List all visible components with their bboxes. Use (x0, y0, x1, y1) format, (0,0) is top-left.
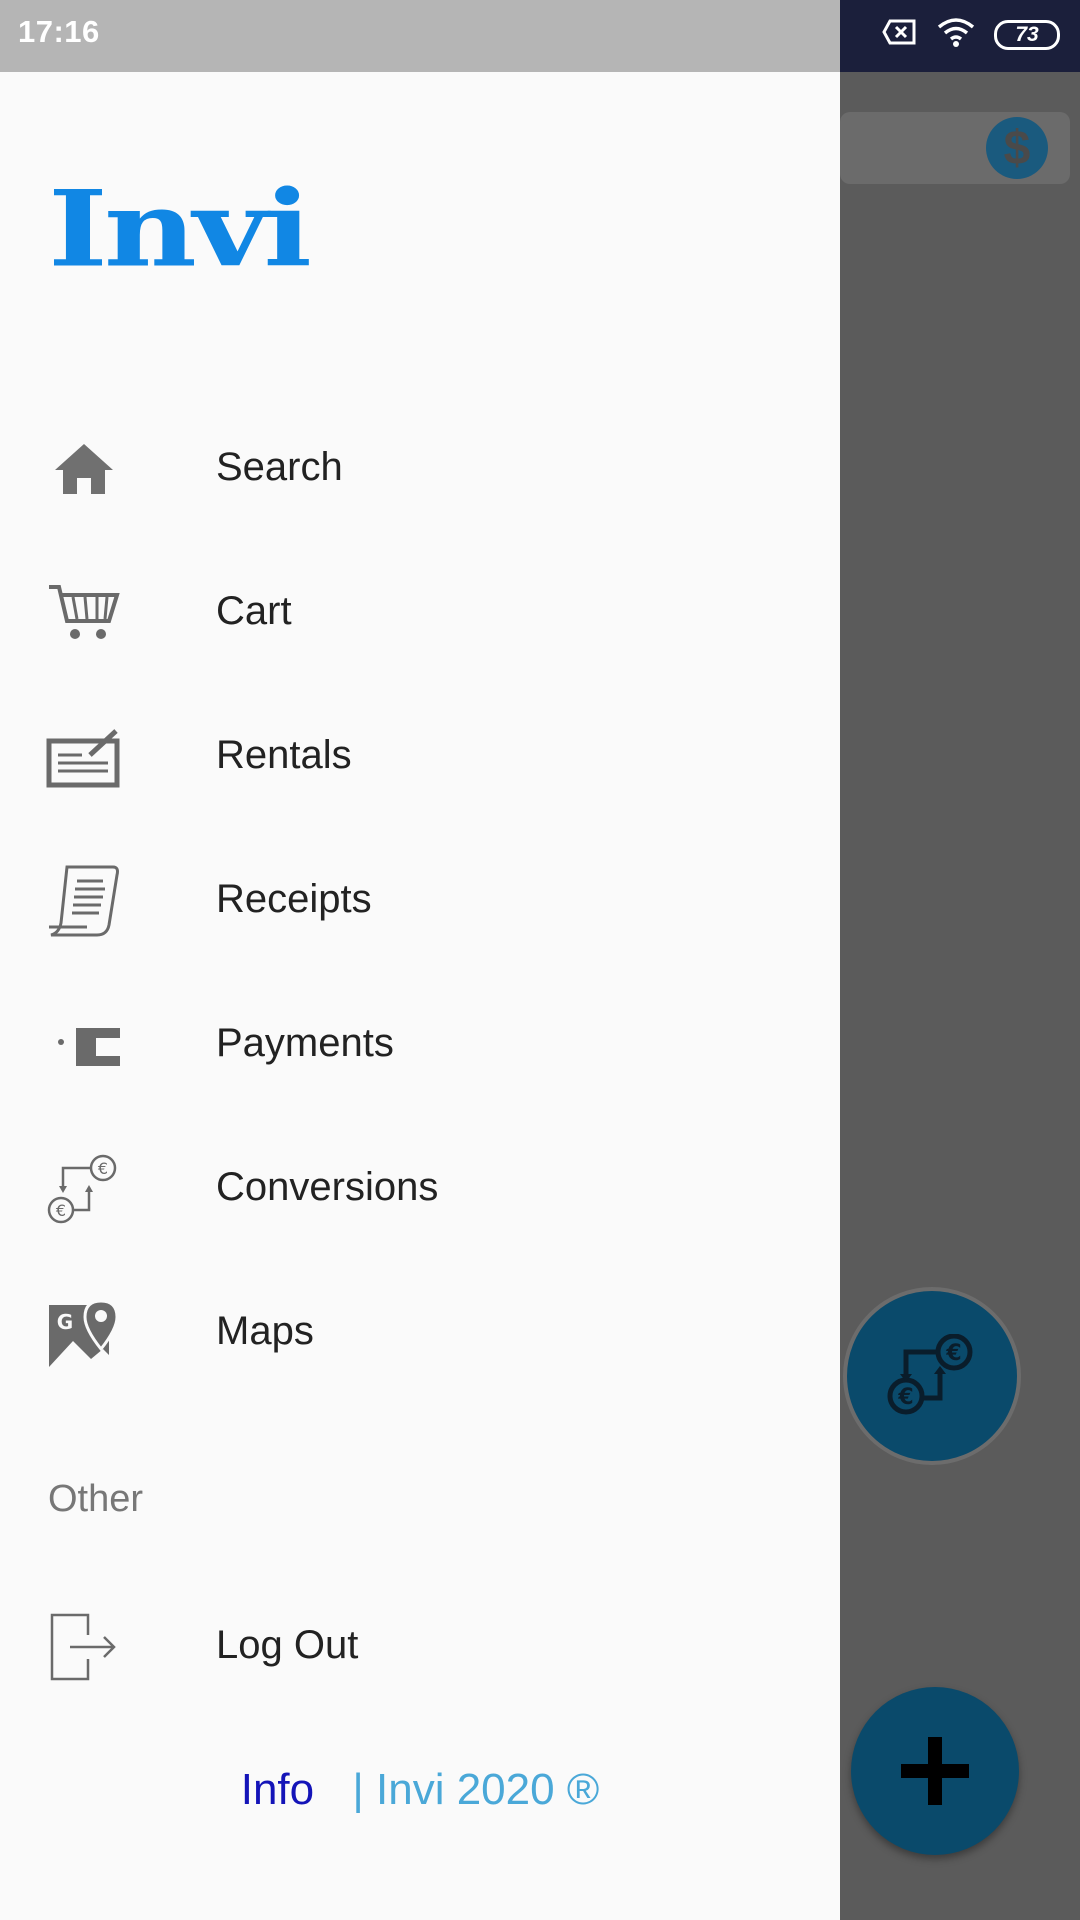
dollar-icon: $ (986, 117, 1048, 179)
add-fab (851, 1687, 1019, 1855)
logout-icon (46, 1611, 122, 1683)
menu-item-label: Cart (216, 589, 292, 633)
menu-item-label: Search (216, 445, 343, 489)
map-icon: G (46, 1297, 122, 1369)
rentals-icon (46, 721, 122, 793)
receipt-icon (46, 865, 122, 937)
cart-icon (46, 577, 122, 649)
status-time: 17:16 (18, 14, 100, 49)
section-header-other: Other (48, 1478, 144, 1520)
menu-item-conversions[interactable]: € € Conversions (0, 1131, 840, 1241)
menu-item-label: Maps (216, 1309, 314, 1353)
svg-text:€: € (897, 1385, 913, 1410)
convert-fab: € € (843, 1287, 1021, 1465)
battery-indicator: 73 (994, 19, 1060, 50)
status-icons: 73 (882, 16, 1060, 53)
navigation-drawer: Invi Search Cart Rentals Receipts Paymen… (0, 72, 840, 1920)
info-link[interactable]: Info (241, 1765, 314, 1814)
status-bar-icons-area: 73 (840, 0, 1080, 72)
menu-item-search[interactable]: Search (0, 411, 840, 521)
wifi-icon (936, 16, 976, 53)
menu-item-payments[interactable]: Payments (0, 987, 840, 1097)
menu-item-cart[interactable]: Cart (0, 555, 840, 665)
copyright-text: | Invi 2020 ® (352, 1765, 600, 1814)
svg-text:€: € (98, 1159, 108, 1178)
menu-item-label: Conversions (216, 1165, 439, 1209)
wallet-icon (46, 1009, 122, 1081)
menu-item-maps[interactable]: G Maps (0, 1275, 840, 1385)
drawer-footer: Info | Invi 2020 ® (0, 1765, 840, 1815)
menu-item-receipts[interactable]: Receipts (0, 843, 840, 953)
menu-item-label: Rentals (216, 733, 352, 777)
svg-text:€: € (56, 1201, 66, 1220)
logout-button[interactable]: Log Out (0, 1589, 840, 1699)
menu-item-label: Receipts (216, 877, 372, 921)
svg-text:€: € (945, 1341, 961, 1366)
home-icon (46, 433, 122, 505)
menu-item-label: Payments (216, 1021, 394, 1065)
svg-text:G: G (57, 1310, 73, 1334)
logout-label: Log Out (216, 1623, 359, 1667)
sim-off-icon (882, 18, 918, 51)
plus-icon (901, 1737, 969, 1805)
app-logo: Invi (48, 167, 312, 291)
currency-exchange-icon: € € (887, 1334, 973, 1415)
currency-exchange-icon: € € (46, 1153, 122, 1225)
menu-item-rentals[interactable]: Rentals (0, 699, 840, 809)
